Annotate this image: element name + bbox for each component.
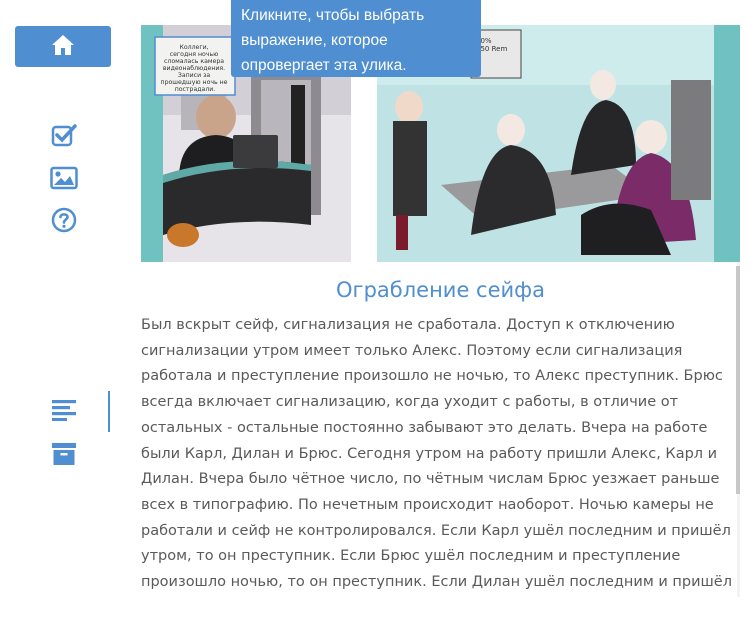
story-text: Был вскрыт сейф, сигнализация не сработа…	[141, 317, 732, 591]
help-button[interactable]	[50, 207, 77, 237]
text-lines-icon	[51, 399, 77, 425]
help-icon	[51, 207, 77, 237]
story-text-button[interactable]	[50, 399, 77, 424]
home-button[interactable]	[15, 26, 111, 67]
note-line: Коллеги,	[179, 44, 208, 51]
image-icon	[49, 166, 78, 194]
checkbox-icon	[51, 123, 77, 151]
story-title: Ограбление сейфа	[336, 278, 545, 302]
illustration-button[interactable]	[49, 166, 78, 194]
home-icon	[51, 34, 75, 60]
active-section-indicator	[108, 391, 110, 432]
archive-button[interactable]	[50, 442, 77, 470]
svg-text:Коллеги, сегодня ночью: Коллеги, сегодня ночью сломалась камера …	[161, 44, 230, 93]
tasks-button[interactable]	[50, 123, 77, 151]
scrollbar-thumb[interactable]	[736, 266, 740, 494]
hint-tooltip: Кликните, чтобы выбрать выражение, котор…	[231, 0, 481, 77]
archive-icon	[51, 442, 77, 470]
